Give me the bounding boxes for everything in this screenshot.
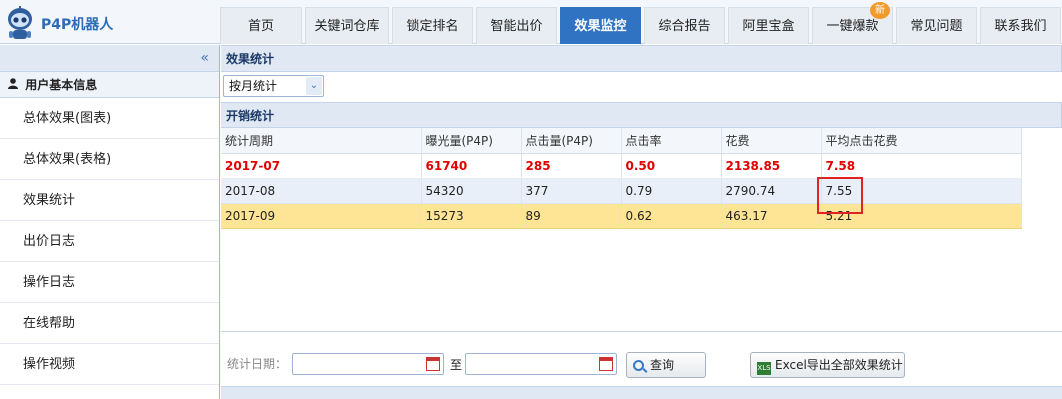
sidebar-item-overall-chart[interactable]: 总体效果(图表) [0, 98, 219, 139]
excel-icon: XLS [757, 362, 771, 375]
cell-impressions: 15273 [421, 203, 522, 229]
end-date-input[interactable] [465, 353, 617, 375]
nav-faq[interactable]: 常见问题 [896, 7, 977, 44]
sidebar-item-bid-log[interactable]: 出价日志 [0, 221, 219, 262]
period-select[interactable]: 按月统计 ⌄ [223, 75, 324, 97]
col-header-period[interactable]: 统计周期 [221, 128, 422, 154]
sidebar-collapse-bar: « [0, 45, 219, 72]
cell-period: 2017-09 [221, 203, 422, 229]
search-icon [633, 360, 644, 371]
main-nav: 首页 关键词仓库 锁定排名 智能出价 效果监控 综合报告 阿里宝盒 一键爆款 新… [220, 2, 1062, 44]
cell-period: 2017-07 [221, 153, 422, 179]
calendar-icon[interactable] [426, 357, 440, 371]
sidebar-item-operation-video[interactable]: 操作视频 [0, 344, 219, 385]
nav-contact[interactable]: 联系我们 [980, 7, 1061, 44]
col-header-cost[interactable]: 花费 [721, 128, 822, 154]
start-date-input[interactable] [292, 353, 444, 375]
panel-title: 效果统计 [221, 45, 1062, 72]
chevron-down-icon: ⌄ [306, 77, 322, 95]
main-content: 效果统计 按月统计 ⌄ 开销统计 统计周期 曝光量(P4P) 点击量(P4P) … [221, 45, 1062, 399]
sidebar-section-header: 用户基本信息 [0, 72, 219, 98]
cell-avg-cpc: 5.21 [821, 203, 1022, 229]
table-row[interactable]: 2017-07 61740 285 0.50 2138.85 7.58 [221, 153, 1022, 179]
table-header-row: 统计周期 曝光量(P4P) 点击量(P4P) 点击率 花费 平均点击花费 [221, 128, 1022, 154]
sidebar-section-title: 用户基本信息 [25, 78, 98, 92]
user-icon [8, 78, 18, 89]
search-button[interactable]: 查询 [626, 352, 706, 378]
table-row[interactable]: 2017-09 15273 89 0.62 463.17 5.21 [221, 203, 1022, 229]
cell-ctr: 0.62 [621, 203, 722, 229]
robot-logo-icon [8, 6, 32, 39]
col-header-avg-cpc[interactable]: 平均点击花费 [821, 128, 1022, 154]
cell-cost: 463.17 [721, 203, 822, 229]
col-header-ctr[interactable]: 点击率 [621, 128, 722, 154]
date-filter-label: 统计日期： [227, 357, 288, 371]
sidebar-item-effect-stats[interactable]: 效果统计 [0, 180, 219, 221]
cell-ctr: 0.79 [621, 178, 722, 204]
cell-clicks: 377 [521, 178, 622, 204]
calendar-icon[interactable] [599, 357, 613, 371]
sidebar-item-overall-table[interactable]: 总体效果(表格) [0, 139, 219, 180]
sidebar: « 用户基本信息 总体效果(图表) 总体效果(表格) 效果统计 出价日志 操作日… [0, 45, 220, 399]
stats-table: 统计周期 曝光量(P4P) 点击量(P4P) 点击率 花费 平均点击花费 201… [221, 128, 1022, 229]
nav-lock-rank[interactable]: 锁定排名 [392, 7, 473, 44]
to-label: 至 [450, 358, 463, 372]
logo-text: P4P机器人 [41, 17, 114, 33]
date-filter-row: 统计日期： 至 查询 XLS Excel导出全部效果统计 [221, 345, 1062, 381]
cell-cost: 2790.74 [721, 178, 822, 204]
cell-avg-cpc: 7.55 [821, 178, 1022, 204]
cell-ctr: 0.50 [621, 153, 722, 179]
new-badge: 新 [870, 2, 890, 19]
cell-impressions: 61740 [421, 153, 522, 179]
nav-keyword-warehouse[interactable]: 关键词仓库 [305, 7, 389, 44]
select-row: 按月统计 ⌄ [221, 72, 1062, 102]
cell-period: 2017-08 [221, 178, 422, 204]
stats-table-area: 统计周期 曝光量(P4P) 点击量(P4P) 点击率 花费 平均点击花费 201… [221, 128, 1062, 332]
logo[interactable]: P4P机器人 [0, 0, 220, 44]
export-excel-button[interactable]: XLS Excel导出全部效果统计 [750, 352, 905, 378]
table-row[interactable]: 2017-08 54320 377 0.79 2790.74 7.55 [221, 178, 1022, 204]
period-select-value: 按月统计 [229, 79, 278, 93]
nav-ali-box[interactable]: 阿里宝盒 [728, 7, 809, 44]
cell-clicks: 89 [521, 203, 622, 229]
col-header-impressions[interactable]: 曝光量(P4P) [421, 128, 522, 154]
table-title: 开销统计 [221, 102, 1062, 128]
next-panel-title-bar [221, 386, 1062, 399]
cell-avg-cpc: 7.58 [821, 153, 1022, 179]
col-header-clicks[interactable]: 点击量(P4P) [521, 128, 622, 154]
cell-cost: 2138.85 [721, 153, 822, 179]
nav-hot-product[interactable]: 一键爆款 新 [812, 2, 893, 44]
top-header: P4P机器人 首页 关键词仓库 锁定排名 智能出价 效果监控 综合报告 阿里宝盒… [0, 0, 1062, 44]
nav-home[interactable]: 首页 [220, 7, 302, 44]
nav-effect-monitor[interactable]: 效果监控 [560, 7, 641, 44]
cell-impressions: 54320 [421, 178, 522, 204]
nav-summary-report[interactable]: 综合报告 [644, 7, 725, 44]
nav-smart-bid[interactable]: 智能出价 [476, 7, 557, 44]
cell-clicks: 285 [521, 153, 622, 179]
sidebar-item-online-help[interactable]: 在线帮助 [0, 303, 219, 344]
sidebar-item-operation-log[interactable]: 操作日志 [0, 262, 219, 303]
double-chevron-left-icon[interactable]: « [200, 50, 209, 66]
